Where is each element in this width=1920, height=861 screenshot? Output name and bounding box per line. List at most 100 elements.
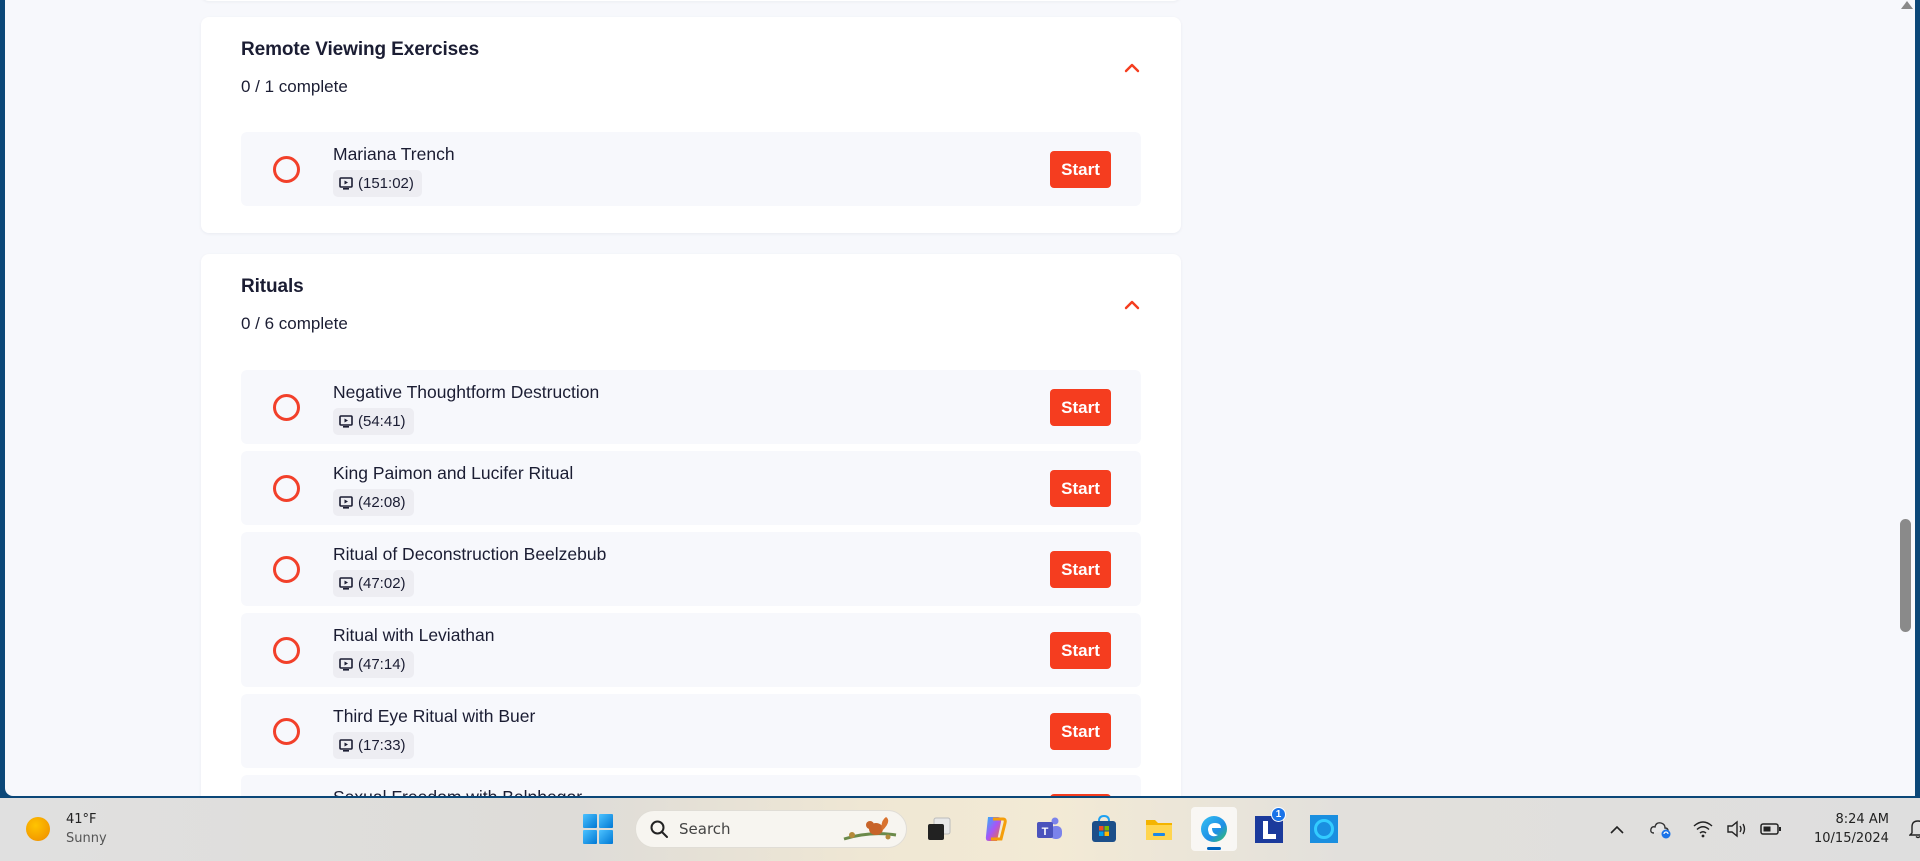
store-icon <box>1092 814 1116 842</box>
start-lesson-button[interactable]: Start <box>1050 151 1111 188</box>
course-content: Remote Viewing Exercises 0 / 1 complete … <box>5 0 1915 796</box>
duration-badge: (54:41) <box>333 408 414 435</box>
section-card-rituals: Rituals 0 / 6 complete Negative Thoughtf… <box>201 254 1181 796</box>
taskbar-teams[interactable]: T <box>1026 807 1072 851</box>
taskbar-l-app[interactable]: 1 <box>1246 807 1292 851</box>
incomplete-status-icon[interactable] <box>273 156 300 183</box>
video-icon <box>339 739 353 752</box>
wifi-icon <box>1693 821 1713 838</box>
duration-badge: (42:08) <box>333 489 414 516</box>
chevron-up-icon <box>1610 825 1624 834</box>
teams-icon: T <box>1037 817 1062 839</box>
duration-badge: (151:02) <box>333 170 422 197</box>
video-icon <box>339 415 353 428</box>
lesson-row[interactable]: Sexual Freedom with Belphegor Start <box>241 775 1141 796</box>
taskbar-file-explorer[interactable] <box>1136 807 1182 851</box>
folder-icon <box>1146 820 1172 840</box>
lesson-title: Mariana Trench <box>333 144 455 164</box>
incomplete-status-icon[interactable] <box>273 637 300 664</box>
sun-icon <box>26 817 50 841</box>
chevron-up-icon <box>1124 300 1140 310</box>
video-icon <box>339 658 353 671</box>
collapse-section-button[interactable] <box>1121 57 1143 79</box>
lesson-duration: (151:02) <box>358 175 414 192</box>
collapse-section-button[interactable] <box>1121 294 1143 316</box>
section-progress: 0 / 1 complete <box>241 77 348 96</box>
battery-button[interactable] <box>1756 814 1786 844</box>
lesson-row[interactable]: Negative Thoughtform Destruction (54:41)… <box>241 370 1141 444</box>
task-view-icon <box>928 817 951 840</box>
notification-badge: 1 <box>1271 807 1286 822</box>
lesson-title: Third Eye Ritual with Buer <box>333 706 536 726</box>
taskbar-apps: Search T 1 <box>583 807 1347 851</box>
scrollbar-thumb[interactable] <box>1900 519 1911 632</box>
lesson-row[interactable]: Mariana Trench (151:02) Start <box>241 132 1141 206</box>
alexa-icon <box>1310 815 1338 843</box>
video-icon <box>339 177 353 190</box>
start-lesson-button[interactable]: Start <box>1050 389 1111 426</box>
lesson-title: Ritual of Deconstruction Beelzebub <box>333 544 607 564</box>
lesson-title: Sexual Freedom with Belphegor <box>333 787 582 796</box>
network-button[interactable] <box>1688 814 1718 844</box>
taskbar-task-view[interactable] <box>916 807 962 851</box>
taskbar-edge[interactable] <box>1191 807 1237 851</box>
lesson-duration: (47:14) <box>358 656 406 673</box>
volume-button[interactable] <box>1722 814 1752 844</box>
taskbar-store[interactable] <box>1081 807 1127 851</box>
lesson-title: Ritual with Leviathan <box>333 625 495 645</box>
incomplete-status-icon[interactable] <box>273 475 300 502</box>
chevron-up-icon <box>1124 63 1140 73</box>
incomplete-status-icon[interactable] <box>273 394 300 421</box>
incomplete-status-icon[interactable] <box>273 556 300 583</box>
weather-temperature: 41°F <box>66 812 97 827</box>
video-icon <box>339 496 353 509</box>
section-card-remote-viewing: Remote Viewing Exercises 0 / 1 complete … <box>201 17 1181 233</box>
search-label: Search <box>679 820 731 838</box>
scroll-up-arrow[interactable] <box>1901 1 1913 9</box>
battery-icon <box>1760 823 1781 835</box>
clock-date: 10/15/2024 <box>1814 831 1889 846</box>
duration-badge: (17:33) <box>333 732 414 759</box>
lesson-row[interactable]: King Paimon and Lucifer Ritual (42:08) S… <box>241 451 1141 525</box>
clock-time: 8:24 AM <box>1835 812 1889 827</box>
start-lesson-button[interactable]: Start <box>1050 551 1111 588</box>
previous-section-card <box>201 0 1181 1</box>
volume-icon <box>1727 820 1746 838</box>
section-title: Remote Viewing Exercises <box>241 39 480 60</box>
start-lesson-button[interactable]: Start <box>1050 470 1111 507</box>
taskbar-copilot[interactable] <box>971 807 1017 851</box>
lesson-title: Negative Thoughtform Destruction <box>333 382 600 402</box>
video-icon <box>339 577 353 590</box>
onedrive-sync-icon <box>1650 822 1671 839</box>
section-progress: 0 / 6 complete <box>241 314 348 333</box>
browser-content: Remote Viewing Exercises 0 / 1 complete … <box>5 0 1915 796</box>
svg-text:T: T <box>1042 826 1049 838</box>
squirrel-illustration-icon <box>843 817 897 841</box>
lesson-row[interactable]: Ritual with Leviathan (47:14) Start <box>241 613 1141 687</box>
lesson-duration: (17:33) <box>358 737 406 754</box>
windows-start-icon[interactable] <box>583 814 613 844</box>
onedrive-button[interactable] <box>1646 814 1676 844</box>
show-hidden-icons-button[interactable] <box>1602 814 1632 844</box>
bell-icon <box>1908 820 1920 839</box>
start-lesson-button[interactable]: Start <box>1050 632 1111 669</box>
weather-widget[interactable]: 41°F Sunny <box>26 810 107 848</box>
copilot-icon <box>985 817 1007 841</box>
taskbar-search[interactable]: Search <box>635 810 907 848</box>
start-lesson-button[interactable]: Start <box>1050 794 1111 796</box>
system-tray: 8:24 AM 10/15/2024 <box>1602 807 1920 851</box>
edge-icon <box>1201 816 1227 842</box>
lesson-list: Mariana Trench (151:02) Start <box>241 132 1141 213</box>
incomplete-status-icon[interactable] <box>273 718 300 745</box>
notifications-button[interactable] <box>1903 814 1920 844</box>
duration-badge: (47:02) <box>333 570 414 597</box>
search-icon <box>650 820 668 838</box>
lesson-row[interactable]: Ritual of Deconstruction Beelzebub (47:0… <box>241 532 1141 606</box>
lesson-row[interactable]: Third Eye Ritual with Buer (17:33) Start <box>241 694 1141 768</box>
clock[interactable]: 8:24 AM 10/15/2024 <box>1814 810 1889 848</box>
lesson-duration: (47:02) <box>358 575 406 592</box>
taskbar-alexa[interactable] <box>1301 807 1347 851</box>
lesson-duration: (54:41) <box>358 413 406 430</box>
taskbar: 41°F Sunny Search T 1 8:24 AM 10/15/2024 <box>0 798 1920 861</box>
start-lesson-button[interactable]: Start <box>1050 713 1111 750</box>
